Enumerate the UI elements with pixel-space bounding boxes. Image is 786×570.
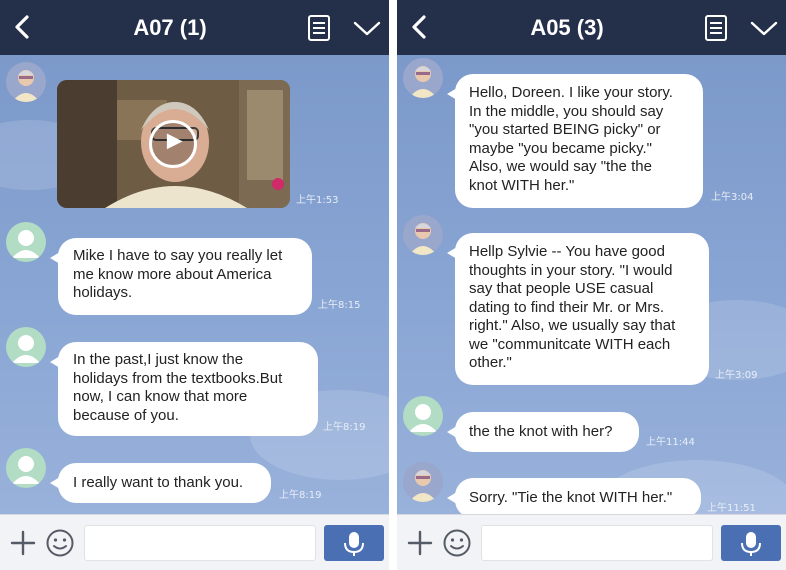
message-bubble[interactable]: Hello, Doreen. I like your story. In the… (447, 74, 703, 208)
message-text: Sorry. "Tie the knot WITH her." (469, 489, 673, 506)
microphone-icon (344, 532, 364, 556)
back-chevron-icon[interactable] (403, 10, 437, 44)
chevron-down-icon[interactable] (352, 16, 382, 40)
message-timestamp: 上午1:53 (296, 195, 339, 206)
smiley-icon[interactable] (442, 528, 472, 558)
message-input-bar (0, 514, 389, 570)
message-text: In the past,I just know the holidays fro… (73, 351, 283, 424)
video-message[interactable] (57, 80, 290, 208)
student-avatar[interactable] (403, 396, 443, 436)
panel-divider (389, 0, 397, 570)
message-timestamp: 上午8:19 (279, 490, 322, 501)
message-timestamp: 上午3:04 (711, 192, 754, 203)
message-input-bar (397, 514, 786, 570)
chevron-down-icon[interactable] (749, 16, 779, 40)
voice-message-button[interactable] (324, 525, 384, 561)
play-button[interactable] (149, 120, 197, 168)
back-chevron-icon[interactable] (6, 10, 40, 44)
message-text: Hello, Doreen. I like your story. In the… (469, 84, 673, 194)
message-text: the the knot with her? (469, 423, 613, 440)
message-bubble[interactable]: the the knot with her? (447, 412, 639, 452)
chat-title: A05 (3) (530, 15, 604, 40)
teacher-avatar[interactable] (403, 58, 443, 98)
smiley-icon[interactable] (45, 528, 75, 558)
chat-panel-left: A07 (1) 上午1:53 Mike I have to say you re… (0, 0, 389, 570)
message-bubble[interactable]: I really want to thank you. (50, 463, 271, 503)
message-input[interactable] (84, 525, 316, 561)
student-avatar[interactable] (6, 222, 46, 262)
teacher-avatar[interactable] (6, 62, 46, 102)
plus-icon[interactable] (406, 529, 434, 557)
message-bubble[interactable]: In the past,I just know the holidays fro… (50, 342, 318, 436)
message-bubble[interactable]: Hellp Sylvie -- You have good thoughts i… (447, 233, 709, 385)
chat-header: A07 (1) (0, 0, 389, 55)
message-timestamp: 上午8:15 (318, 300, 361, 311)
chat-header: A05 (3) (397, 0, 786, 55)
message-bubble[interactable]: Sorry. "Tie the knot WITH her." (447, 478, 701, 518)
teacher-avatar[interactable] (403, 462, 443, 502)
message-bubble[interactable]: Mike I have to say you really let me kno… (50, 238, 312, 315)
microphone-icon (741, 532, 761, 556)
play-icon (166, 133, 183, 150)
message-timestamp: 上午11:51 (707, 503, 756, 514)
student-avatar[interactable] (6, 448, 46, 488)
message-timestamp: 上午11:44 (646, 437, 695, 448)
message-timestamp: 上午8:19 (323, 422, 366, 433)
notes-icon[interactable] (305, 14, 333, 42)
default-user-icon (12, 335, 40, 363)
message-input[interactable] (481, 525, 713, 561)
chat-panel-right: A05 (3) Hello, Doreen. I like your story… (397, 0, 786, 570)
default-user-icon (409, 404, 437, 432)
plus-icon[interactable] (9, 529, 37, 557)
default-user-icon (12, 230, 40, 258)
message-timestamp: 上午3:09 (715, 370, 758, 381)
message-text: Hellp Sylvie -- You have good thoughts i… (469, 243, 676, 371)
default-user-icon (12, 456, 40, 484)
message-text: I really want to thank you. (73, 474, 244, 491)
chat-title: A07 (1) (133, 15, 207, 40)
student-avatar[interactable] (6, 327, 46, 367)
notes-icon[interactable] (702, 14, 730, 42)
voice-message-button[interactable] (721, 525, 781, 561)
teacher-avatar[interactable] (403, 215, 443, 255)
message-text: Mike I have to say you really let me kno… (73, 247, 283, 301)
